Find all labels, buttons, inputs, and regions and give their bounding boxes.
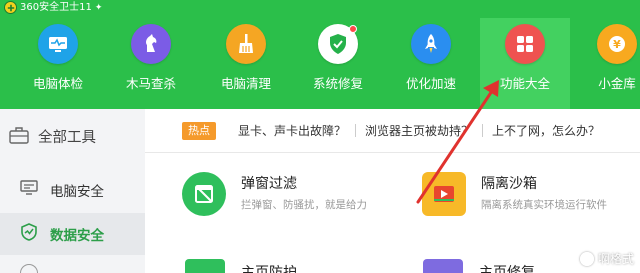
main-nav: 电脑体检 木马查杀 电脑清理 系统修复 优化加速 功能大全 ¥ 小金库: [0, 18, 640, 109]
shield-repair-icon: [318, 24, 358, 64]
nav-label: 优化加速: [405, 76, 456, 91]
sidebar-next-item-icon: [20, 264, 38, 273]
svg-text:¥: ¥: [613, 38, 621, 51]
up-arrow-icon[interactable]: ✦: [95, 1, 103, 15]
360-logo-icon: [4, 1, 17, 14]
tool-popup-filter[interactable]: 弹窗过滤 拦弹窗、防骚扰，就是给力: [182, 172, 367, 216]
sidebar-header-all-tools[interactable]: 全部工具: [0, 109, 145, 164]
nav-item-speedup[interactable]: 优化加速: [394, 18, 468, 109]
monitor-check-icon: [38, 24, 78, 64]
nav-label: 系统修复: [312, 76, 363, 91]
nav-label: 电脑体检: [32, 76, 83, 91]
tool-desc: 隔离系统真实环境运行软件: [481, 199, 607, 211]
hot-link-no-internet[interactable]: 上不了网，怎么办？: [492, 122, 600, 139]
nav-label: 电脑清理: [220, 76, 271, 91]
toolbox-icon: [9, 126, 29, 148]
hot-badge: 热点: [182, 121, 216, 140]
top-header: 360安全卫士11 ✦ 电脑体检 木马查杀 电脑清理 系统修复 优化加速 功能大…: [0, 0, 640, 109]
tool-sandbox[interactable]: 隔离沙箱 隔离系统真实环境运行软件: [422, 172, 607, 216]
hot-link-driver[interactable]: 显卡、声卡出故障？: [238, 122, 346, 139]
tool-name: 隔离沙箱: [481, 176, 537, 192]
title-bar: 360安全卫士11 ✦: [4, 0, 102, 15]
hot-link-browser-hijack[interactable]: 浏览器主页被劫持？: [365, 122, 473, 139]
divider: [482, 124, 484, 137]
sidebar-item-data-security[interactable]: 数据安全: [0, 213, 145, 255]
tool-name: 弹窗过滤: [241, 176, 297, 192]
coin-icon: ¥: [597, 24, 637, 64]
nav-item-small-vault[interactable]: ¥ 小金库: [586, 18, 640, 109]
broom-icon: [226, 24, 266, 64]
tool-desc: 拦弹窗、防骚扰，就是给力: [241, 199, 367, 211]
tool-name-homepage-repair[interactable]: 主页修复: [479, 265, 535, 273]
nav-item-pc-cleanup[interactable]: 电脑清理: [208, 18, 284, 109]
nav-item-pc-checkup[interactable]: 电脑体检: [22, 18, 94, 109]
nav-item-trojan-scan[interactable]: 木马查杀: [112, 18, 190, 109]
rocket-icon: [411, 24, 451, 64]
watermark-text: 啊格式: [597, 252, 634, 266]
sidebar-header-label: 全部工具: [38, 130, 96, 146]
nav-item-all-features[interactable]: 功能大全: [480, 18, 570, 109]
tool-text: 弹窗过滤 拦弹窗、防骚扰，就是给力: [241, 174, 367, 213]
nav-item-system-repair[interactable]: 系统修复: [302, 18, 374, 109]
sidebar-item-computer-security[interactable]: 电脑安全: [0, 169, 145, 211]
grid-apps-icon: [505, 24, 545, 64]
popup-filter-icon: [182, 172, 226, 216]
sidebar-item-label: 数据安全: [50, 228, 104, 244]
homepage-repair-icon[interactable]: [423, 259, 463, 273]
computer-icon: [20, 180, 38, 200]
sandbox-icon: [422, 172, 466, 216]
divider: [355, 124, 357, 137]
hot-topics-bar: 热点 显卡、声卡出故障？ 浏览器主页被劫持？ 上不了网，怎么办？: [145, 109, 640, 153]
horse-icon: [131, 24, 171, 64]
tool-text: 隔离沙箱 隔离系统真实环境运行软件: [481, 174, 607, 213]
homepage-guard-icon[interactable]: [185, 259, 225, 273]
app-title: 360安全卫士11: [20, 1, 92, 13]
nav-label: 木马查杀: [125, 76, 176, 91]
watermark: 啊格式: [579, 250, 634, 267]
shield-data-icon: [20, 223, 38, 245]
sidebar: 全部工具 电脑安全 数据安全: [0, 109, 145, 273]
tool-name-homepage-guard[interactable]: 主页防护: [241, 265, 297, 273]
watermark-logo-icon: [579, 251, 594, 266]
sidebar-item-label: 电脑安全: [50, 184, 104, 200]
notification-dot: [349, 25, 357, 33]
main-content: 热点 显卡、声卡出故障？ 浏览器主页被劫持？ 上不了网，怎么办？ 弹窗过滤 拦弹…: [145, 109, 640, 273]
nav-label: 小金库: [598, 76, 636, 91]
nav-label: 功能大全: [499, 76, 550, 91]
